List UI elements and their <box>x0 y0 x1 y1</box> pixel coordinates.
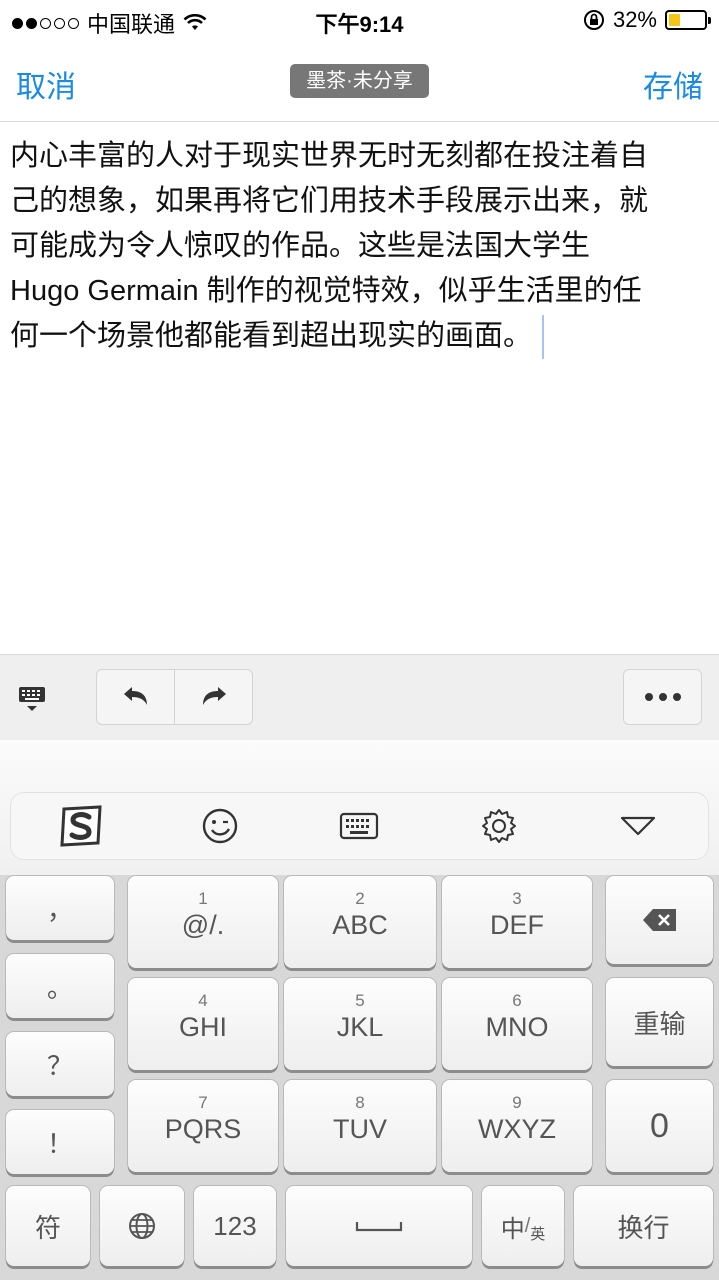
backspace-icon <box>642 909 676 931</box>
key-letters: TUV <box>333 1114 387 1144</box>
key-letters: PQRS <box>164 1114 242 1144</box>
key-number: 5 <box>355 991 365 1010</box>
redo-button[interactable] <box>174 670 252 724</box>
collapse-icon <box>621 816 656 836</box>
key-comma[interactable]: ， <box>6 876 114 940</box>
undo-redo-group <box>96 669 253 725</box>
more-button[interactable] <box>623 669 702 725</box>
key-number: 3 <box>512 889 522 908</box>
sogou-logo-button[interactable] <box>53 801 109 851</box>
battery-icon <box>665 10 711 30</box>
redo-icon <box>202 687 226 705</box>
status-right: 32% <box>583 7 711 33</box>
keyboard-dismiss-icon[interactable] <box>18 683 46 713</box>
undo-button[interactable] <box>97 670 174 724</box>
key-7[interactable]: 7 PQRS <box>128 1080 278 1172</box>
globe-icon <box>129 1213 155 1239</box>
key-letters: DEF <box>490 910 544 940</box>
backspace-key[interactable] <box>606 876 713 964</box>
key-letters: JKL <box>336 1012 384 1042</box>
key-period[interactable]: 。 <box>6 954 114 1018</box>
number-mode-key[interactable]: 123 <box>194 1186 276 1266</box>
key-question[interactable]: ？ <box>6 1032 114 1096</box>
editor-line: 内心丰富的人对于现实世界无时无刻都在投注着自 <box>10 140 649 172</box>
nav-bar: 取消 墨茶·未分享 存储 <box>0 44 719 122</box>
key-number: 1 <box>198 889 208 908</box>
key-letters: WXYZ <box>478 1114 556 1144</box>
key-number: 8 <box>355 1093 365 1112</box>
zero-key[interactable]: 0 <box>606 1080 713 1172</box>
status-bar: 中国联通 下午9:14 32% <box>0 0 719 40</box>
editing-toolbar <box>0 654 719 740</box>
key-6[interactable]: 6 MNO <box>442 978 592 1070</box>
keyboard-top-area <box>0 740 719 875</box>
emoji-icon <box>202 808 238 844</box>
key-number: 7 <box>198 1093 208 1112</box>
editor-line: Hugo Germain 制作的视觉特效，似乎生活里的任 <box>10 275 642 307</box>
rotation-lock-icon <box>583 10 604 30</box>
globe-key[interactable] <box>100 1186 184 1266</box>
key-letters: @/. <box>181 910 225 940</box>
symbol-key[interactable]: 符 <box>6 1186 90 1266</box>
editor-line: 何一个场景他都能看到超出现实的画面。 <box>10 320 533 352</box>
key-8[interactable]: 8 TUV <box>284 1080 436 1172</box>
key-letters: MNO <box>485 1012 549 1042</box>
language-toggle-key[interactable]: 中 / 英 <box>482 1186 564 1266</box>
editor-line: 己的想象，如果再将它们用技术手段展示出来，就 <box>10 185 649 217</box>
keyboard-icon <box>340 812 379 840</box>
collapse-keyboard-button[interactable] <box>610 801 666 851</box>
key-5[interactable]: 5 JKL <box>284 978 436 1070</box>
newline-key[interactable]: 换行 <box>574 1186 713 1266</box>
emoji-button[interactable] <box>192 801 248 851</box>
key-number: 9 <box>512 1093 522 1112</box>
key-number: 2 <box>355 889 365 908</box>
zh-label: 中 <box>500 1215 525 1243</box>
space-key[interactable] <box>286 1186 472 1266</box>
editor-line: 可能成为令人惊叹的作品。这些是法国大学生 <box>10 230 591 262</box>
cancel-button[interactable]: 取消 <box>16 62 76 106</box>
key-1[interactable]: 1 @/. <box>128 876 278 968</box>
keyboard-tools-bar <box>10 792 709 860</box>
text-caret <box>542 315 545 360</box>
en-label: 英 <box>530 1225 546 1243</box>
more-icon <box>644 693 653 701</box>
save-button[interactable]: 存储 <box>643 62 703 106</box>
sogou-keyboard: ， 。 ？ ！ 1 @/. 2 ABC 3 DEF 4 GHI 5 JKL 6 … <box>0 740 719 1280</box>
settings-button[interactable] <box>471 801 527 851</box>
key-3[interactable]: 3 DEF <box>442 876 592 968</box>
key-letters: ABC <box>332 910 388 940</box>
key-exclaim[interactable]: ！ <box>6 1110 114 1174</box>
battery-level <box>669 14 680 26</box>
note-editor[interactable]: 内心丰富的人对于现实世界无时无刻都在投注着自 己的想象，如果再将它们用技术手段展… <box>10 134 710 360</box>
reinput-key[interactable]: 重输 <box>606 978 713 1066</box>
key-number: 6 <box>512 991 522 1010</box>
settings-icon <box>481 809 516 843</box>
keyboard-switch-button[interactable] <box>331 801 387 851</box>
sogou-logo-icon <box>60 805 102 847</box>
undo-icon <box>123 687 147 705</box>
battery-percent: 32% <box>612 7 657 32</box>
key-4[interactable]: 4 GHI <box>128 978 278 1070</box>
share-status-badge[interactable]: 墨茶·未分享 <box>290 64 429 98</box>
key-number: 4 <box>198 991 208 1010</box>
editor-line-last: 何一个场景他都能看到超出现实的画面。 <box>10 314 710 360</box>
key-letters: GHI <box>178 1012 227 1042</box>
key-2[interactable]: 2 ABC <box>284 876 436 968</box>
space-icon <box>355 1222 403 1232</box>
key-9[interactable]: 9 WXYZ <box>442 1080 592 1172</box>
